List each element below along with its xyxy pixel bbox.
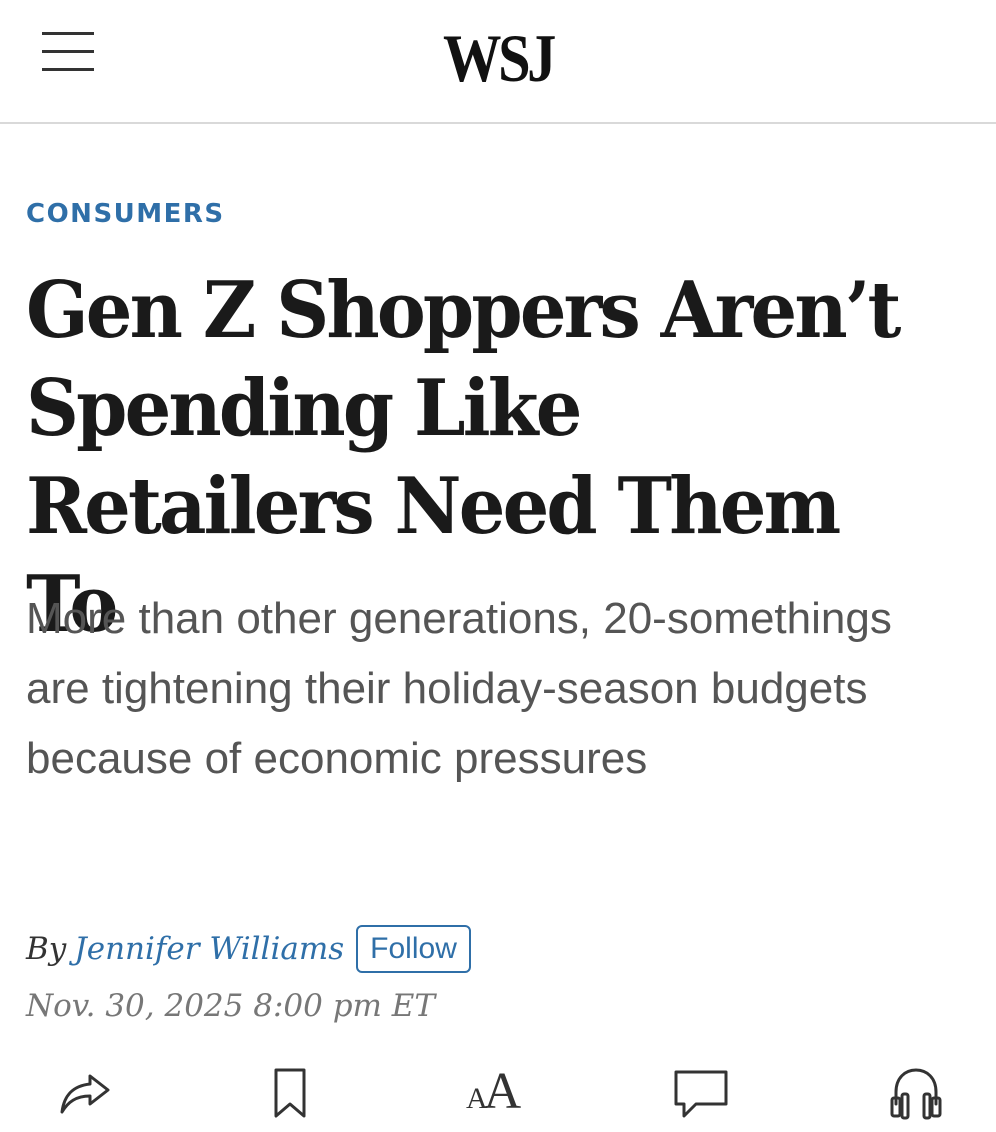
article-page: WSJ CONSUMERS Gen Z Shoppers Aren’t Spen… <box>0 0 996 1132</box>
top-bar: WSJ <box>0 0 996 124</box>
share-icon[interactable] <box>54 1060 118 1124</box>
text-size-icon[interactable]: AA <box>466 1062 521 1126</box>
bookmark-icon[interactable] <box>258 1060 322 1124</box>
wsj-logo[interactable]: WSJ <box>70 20 927 96</box>
publish-timestamp: Nov. 30, 2025 8:00 pm ET <box>26 988 436 1024</box>
article-toolbar: AA <box>0 1060 996 1132</box>
section-label[interactable]: CONSUMERS <box>26 199 225 229</box>
article-dek: More than other generations, 20-somethin… <box>26 594 892 783</box>
headphones-icon[interactable] <box>884 1060 948 1124</box>
follow-button[interactable]: Follow <box>356 925 471 973</box>
comment-icon[interactable] <box>668 1060 732 1124</box>
byline: By Jennifer Williams Follow <box>26 924 471 974</box>
text-size-large-glyph: A <box>483 1063 522 1120</box>
byline-prefix: By <box>26 931 67 967</box>
author-link[interactable]: Jennifer Williams <box>74 931 344 967</box>
